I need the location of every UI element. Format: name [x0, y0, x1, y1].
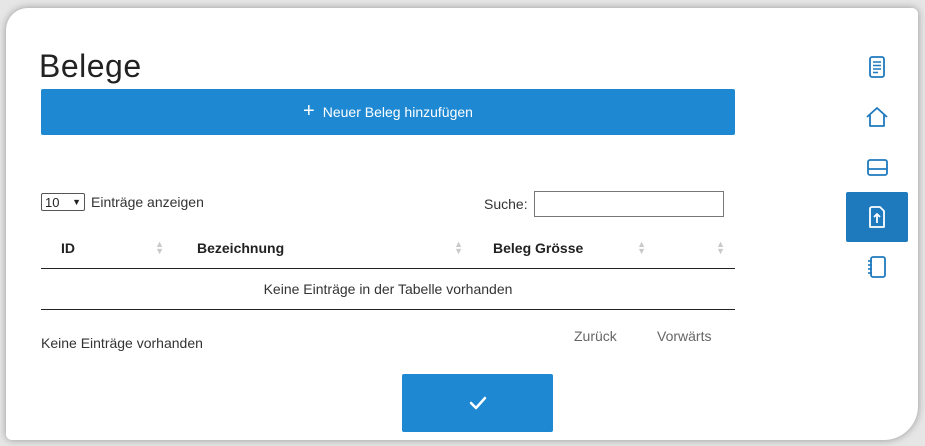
confirm-button[interactable] — [402, 374, 553, 432]
column-header-actions[interactable]: ▲ ▼ — [656, 228, 735, 269]
column-header-bezeichnung[interactable]: Bezeichnung ▲ ▼ — [174, 228, 473, 269]
notebook-icon — [868, 256, 886, 278]
column-label: ID — [61, 240, 75, 256]
documents-table: ID ▲ ▼ Bezeichnung ▲ ▼ Beleg Grösse ▲ ▼ ▲ ▼ — [41, 228, 735, 310]
column-label: Beleg Grösse — [493, 240, 584, 256]
document-icon — [869, 56, 885, 78]
check-icon — [469, 396, 486, 410]
card-icon — [867, 159, 888, 176]
sidebar-item-upload[interactable] — [846, 192, 908, 242]
sidebar-item-home[interactable] — [846, 92, 908, 142]
entries-length-select[interactable]: 10 ▼ — [41, 193, 85, 211]
sidebar — [846, 42, 908, 292]
sidebar-item-notebook[interactable] — [846, 242, 908, 292]
chevron-down-icon: ▼ — [72, 197, 81, 207]
entries-length-control: 10 ▼ Einträge anzeigen — [41, 193, 204, 211]
sort-icon: ▲ ▼ — [454, 239, 463, 256]
table-header-row: ID ▲ ▼ Bezeichnung ▲ ▼ Beleg Grösse ▲ ▼ ▲ ▼ — [41, 228, 735, 269]
home-icon — [866, 107, 888, 127]
add-document-button[interactable]: + Neuer Beleg hinzufügen — [41, 89, 735, 135]
sidebar-item-card[interactable] — [846, 142, 908, 192]
sort-icon: ▲ ▼ — [716, 239, 725, 256]
search-label: Suche: — [484, 196, 528, 212]
search-control: Suche: — [484, 191, 724, 217]
entries-length-value: 10 — [45, 194, 60, 210]
column-header-id[interactable]: ID ▲ ▼ — [41, 228, 174, 269]
upload-document-icon — [869, 206, 885, 228]
sort-icon: ▲ ▼ — [155, 239, 164, 256]
search-input[interactable] — [533, 191, 724, 217]
page-title: Belege — [39, 48, 142, 84]
column-label: Bezeichnung — [197, 240, 285, 256]
sidebar-item-documents[interactable] — [846, 42, 908, 92]
add-document-label: Neuer Beleg hinzufügen — [322, 104, 473, 120]
main-card: Belege + Neuer Beleg hinzufügen 10 ▼ Ein… — [6, 8, 918, 440]
empty-table-message: Keine Einträge in der Tabelle vorhanden — [41, 268, 735, 310]
table-info: Keine Einträge vorhanden — [41, 335, 203, 351]
sort-icon: ▲ ▼ — [637, 239, 646, 256]
plus-icon: + — [303, 99, 315, 122]
table-row: Keine Einträge in der Tabelle vorhanden — [41, 268, 735, 310]
previous-page-button[interactable]: Zurück — [574, 328, 617, 344]
next-page-button[interactable]: Vorwärts — [657, 328, 711, 344]
entries-length-label: Einträge anzeigen — [91, 194, 204, 210]
column-header-beleg-groesse[interactable]: Beleg Grösse ▲ ▼ — [473, 228, 656, 269]
